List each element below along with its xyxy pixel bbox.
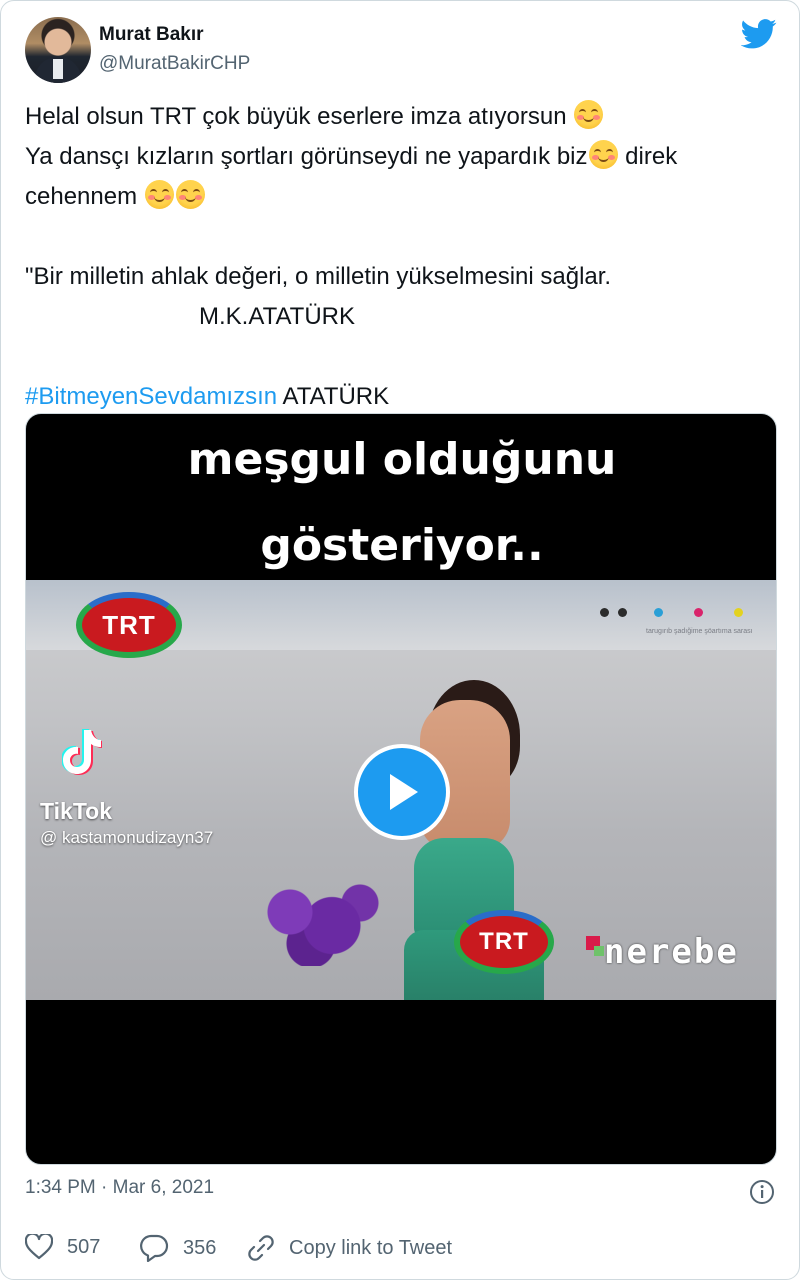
trt-logo: TRT <box>76 592 182 658</box>
reply-bubble-icon <box>140 1234 169 1262</box>
copy-link-button[interactable]: Copy link to Tweet <box>247 1234 452 1262</box>
video-media[interactable]: meşgul olduğunu gösteriyor.. TRT tarugır… <box>25 413 777 1165</box>
heart-icon <box>25 1234 53 1260</box>
info-icon[interactable] <box>749 1179 775 1205</box>
like-button[interactable]: 507 <box>25 1234 100 1260</box>
author-handle[interactable]: @MuratBakirCHP <box>99 53 250 75</box>
play-icon <box>390 774 418 810</box>
dots-small-text: tarugırıb şadığime şöartıma sarası <box>646 628 753 635</box>
quote-author: M.K.ATATÜRK <box>199 303 355 330</box>
channel-dots: tarugırıb şadığime şöartıma sarası <box>600 600 770 640</box>
dot <box>600 608 609 617</box>
twitter-bird-icon[interactable] <box>741 19 777 49</box>
nerebe-watermark-text: nerebe <box>604 932 739 972</box>
dot <box>734 608 743 617</box>
link-icon <box>248 1235 274 1261</box>
video-caption-line-2: gösteriyor.. <box>260 520 544 571</box>
avatar[interactable] <box>25 17 91 83</box>
reply-button[interactable]: 356 <box>139 1234 216 1262</box>
tiktok-label: TikTok <box>40 798 112 824</box>
tweet-actions: 507 356 Copy link to Tweet <box>25 1234 777 1268</box>
dot <box>654 608 663 617</box>
avatar-shirt <box>53 59 63 79</box>
hashtag-line: #BitmeyenSevdamızsın ATATÜRK <box>25 377 785 417</box>
reply-count: 356 <box>183 1236 217 1259</box>
watermark-square <box>594 946 604 956</box>
quote-line: "Bir milletin ahlak değeri, o milletin y… <box>25 263 612 290</box>
tweet-header: Murat Bakır @MuratBakirCHP <box>25 17 777 83</box>
nerebe-watermark: nerebe <box>586 932 739 972</box>
tweet-line-2-text: Ya dansçı kızların şortları görünseydi n… <box>25 143 588 170</box>
tweet-card: Murat Bakır @MuratBakirCHP Helal olsun T… <box>0 0 800 1280</box>
smiling-blush-emoji-icon <box>588 140 618 169</box>
tiktok-icon <box>62 729 102 775</box>
tweet-line-2-suffix: direk <box>618 143 678 170</box>
tweet-line-3-text: cehennem <box>25 183 138 210</box>
hashtag-link[interactable]: #BitmeyenSevdamızsın <box>25 383 277 410</box>
tweet-line-2: Ya dansçı kızların şortları görünseydi n… <box>25 137 785 177</box>
smiling-blush-emoji-icon <box>144 180 174 209</box>
author-name[interactable]: Murat Bakır <box>99 24 204 46</box>
play-button[interactable] <box>354 744 450 840</box>
tweet-line-3: cehennem <box>25 177 785 217</box>
smiling-blush-emoji-icon <box>574 100 604 129</box>
purple-pompom <box>248 876 388 966</box>
video-caption-line-1: meşgul olduğunu <box>187 434 617 485</box>
tweet-line-1-text: Helal olsun TRT çok büyük eserlere imza … <box>25 103 567 130</box>
dot <box>694 608 703 617</box>
tweet-timestamp[interactable]: 1:34 PM · Mar 6, 2021 <box>25 1177 214 1199</box>
trt-logo: TRT <box>454 910 554 974</box>
dot <box>618 608 627 617</box>
like-count: 507 <box>67 1235 101 1258</box>
smiling-blush-emoji-icon <box>175 180 205 209</box>
tiktok-username: @ kastamonudizayn37 <box>40 828 214 847</box>
tweet-line-1: Helal olsun TRT çok büyük eserlere imza … <box>25 97 785 137</box>
hashtag-suffix: ATATÜRK <box>277 383 390 410</box>
tweet-text: Helal olsun TRT çok büyük eserlere imza … <box>25 97 785 417</box>
copy-link-label: Copy link to Tweet <box>289 1236 453 1259</box>
